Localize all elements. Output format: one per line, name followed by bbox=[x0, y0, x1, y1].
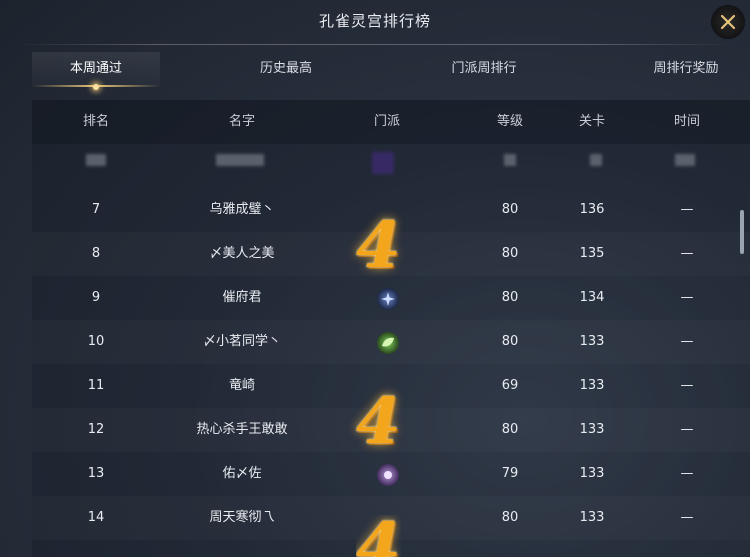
rank-cell: 12 bbox=[87, 422, 105, 437]
stage-cell: 133 bbox=[579, 466, 605, 481]
header-stage: 关卡 bbox=[578, 114, 605, 129]
level-cell: 79 bbox=[501, 466, 519, 481]
tab-this-week[interactable]: 本周通过 bbox=[32, 52, 160, 87]
name-cell: 〆小茗同学丶 bbox=[202, 334, 281, 349]
time-cell: — bbox=[680, 510, 694, 525]
tab-history-best[interactable]: 历史最高 bbox=[222, 52, 350, 86]
level-cell: 80 bbox=[501, 510, 519, 525]
time-cell: — bbox=[680, 422, 694, 437]
level-cell: 80 bbox=[501, 334, 519, 349]
header-level: 等级 bbox=[496, 114, 523, 129]
number-four-badge: 4 bbox=[356, 384, 401, 459]
green-leaf-icon bbox=[377, 332, 399, 354]
scrollbar-thumb[interactable] bbox=[740, 210, 744, 254]
tab-weekly-rewards[interactable]: 周排行奖励 bbox=[622, 52, 750, 86]
stage-cell: 133 bbox=[579, 510, 605, 525]
level-cell: 80 bbox=[501, 290, 519, 305]
rank-cell: 7 bbox=[91, 202, 101, 217]
close-icon bbox=[720, 14, 736, 30]
window-title: 孔雀灵宫排行榜 bbox=[318, 12, 431, 30]
level-cell: 69 bbox=[501, 378, 519, 393]
time-cell: — bbox=[680, 246, 694, 261]
name-cell: 催府君 bbox=[222, 290, 262, 305]
level-cell: 80 bbox=[501, 422, 519, 437]
rank-cell: 8 bbox=[91, 246, 101, 261]
rank-cell: 14 bbox=[87, 510, 105, 525]
stage-cell: 136 bbox=[579, 202, 605, 217]
rank-cell: 11 bbox=[87, 378, 105, 393]
header-name: 名字 bbox=[228, 114, 255, 129]
name-cell: 竜崎 bbox=[228, 378, 255, 393]
purple-orb-icon bbox=[377, 464, 399, 486]
number-four-badge: 4 bbox=[356, 515, 401, 557]
stage-cell: 133 bbox=[579, 378, 605, 393]
header-sect: 门派 bbox=[373, 114, 400, 129]
time-cell: — bbox=[680, 334, 694, 349]
level-cell: 80 bbox=[501, 246, 519, 261]
stage-cell: 133 bbox=[579, 422, 605, 437]
tab-bar: 本周通过 历史最高 门派周排行 周排行奖励 bbox=[0, 52, 750, 92]
rank-cell: 10 bbox=[87, 334, 105, 349]
title-bar: 孔雀灵宫排行榜 bbox=[0, 0, 750, 45]
name-cell: 热心杀手王敢敢 bbox=[196, 422, 288, 437]
close-button[interactable] bbox=[712, 6, 744, 38]
rank-cell: 13 bbox=[87, 466, 105, 481]
name-cell: 周天寒彻乁 bbox=[209, 510, 275, 525]
header-rank: 排名 bbox=[82, 114, 109, 129]
blue-star-icon bbox=[377, 288, 399, 310]
time-cell: — bbox=[680, 202, 694, 217]
stage-cell: 134 bbox=[579, 290, 605, 305]
level-cell: 80 bbox=[501, 202, 519, 217]
name-cell: 佑〆佐 bbox=[222, 466, 262, 481]
time-cell: — bbox=[680, 466, 694, 481]
time-cell: — bbox=[680, 378, 694, 393]
header-time: 时间 bbox=[673, 114, 700, 129]
stage-cell: 135 bbox=[579, 246, 605, 261]
time-cell: — bbox=[680, 290, 694, 305]
stage-cell: 133 bbox=[579, 334, 605, 349]
rank-cell: 9 bbox=[91, 290, 101, 305]
number-four-badge: 4 bbox=[356, 208, 401, 283]
table-header: 排名 名字 门派 等级 关卡 时间 bbox=[32, 100, 750, 144]
title-divider bbox=[16, 44, 734, 45]
tab-sect-weekly[interactable]: 门派周排行 bbox=[420, 52, 548, 86]
name-cell: 乌雅成璧丶 bbox=[209, 202, 275, 217]
name-cell: 〆美人之美 bbox=[209, 246, 275, 261]
active-tab-indicator bbox=[93, 84, 99, 90]
